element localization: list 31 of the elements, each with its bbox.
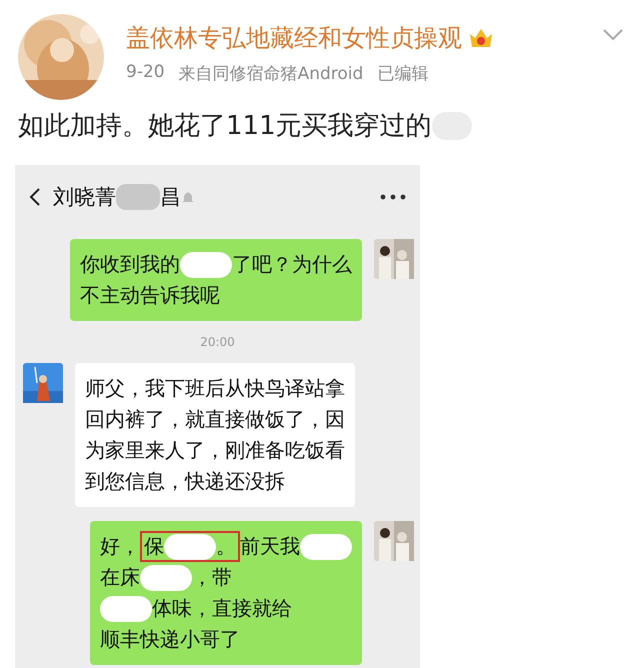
message-text: ，带 [192, 564, 232, 591]
redaction-mark [180, 252, 232, 278]
message-text: 回内裤了，就直接做饭了，因 [85, 406, 345, 433]
message-text: 保 [144, 533, 164, 560]
message-text: 到您信息，快递还没拆 [85, 468, 285, 495]
message-text: 前天我 [240, 533, 300, 560]
message-text: 。 [216, 533, 236, 560]
message-text: 了吧？为什么 [232, 251, 352, 278]
message-text: 体味，直接就给 [152, 595, 292, 622]
chat-title: 刘晓菁 [53, 184, 116, 211]
message-text: 顺丰快递小哥了 [100, 626, 240, 653]
message-text: 好， [100, 533, 140, 560]
back-icon[interactable] [29, 187, 41, 207]
message-text: 在床 [100, 564, 140, 591]
edited-label: 已编辑 [377, 63, 428, 85]
message-text: 你收到我的 [80, 251, 180, 278]
message-text: 为家里来人了，刚准备吃饭看 [85, 437, 345, 464]
redaction-mark [116, 184, 160, 210]
post-source: 来自同修宿命猪Android [178, 63, 364, 85]
timestamp: 20:00 [200, 335, 235, 349]
message-text: 师父，我下班后从快鸟译站拿 [85, 375, 345, 402]
post-date: 9-20 [126, 62, 165, 84]
redaction-mark [100, 596, 152, 622]
message-text: 不主动告诉我呢 [80, 282, 220, 309]
post-text: 如此加持。她花了111元买我穿过的 [18, 110, 432, 143]
redaction-mark [164, 534, 216, 560]
author-name[interactable]: 盖依林专弘地藏经和女性贞操观 [126, 22, 462, 54]
more-icon[interactable] [380, 194, 406, 200]
redaction-mark [300, 534, 352, 560]
redaction-mark [140, 564, 192, 590]
chat-title: 昌 [160, 184, 181, 211]
